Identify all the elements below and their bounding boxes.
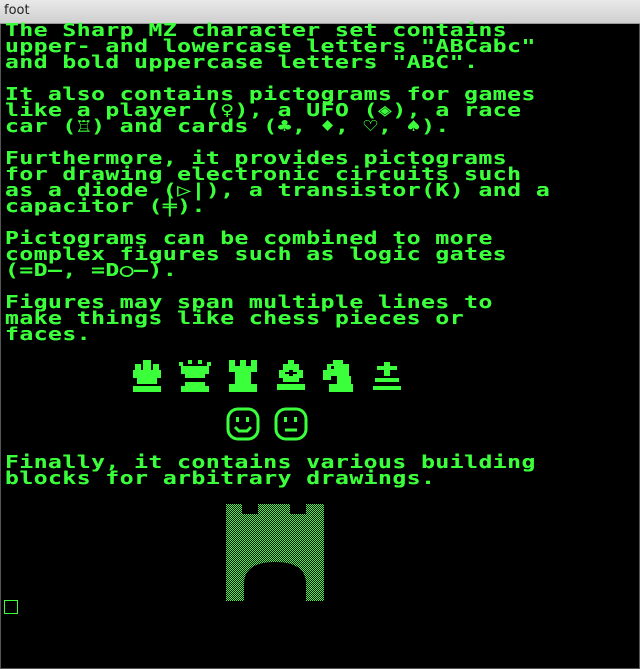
castle-drawing (226, 504, 324, 601)
terminal-line: capacitor (╪). (5, 196, 206, 217)
terminal-cursor (4, 600, 18, 614)
neutral-face-icon (274, 407, 308, 441)
queen-icon (179, 360, 211, 392)
rook-icon (229, 360, 257, 392)
chess-pieces-row (133, 360, 401, 392)
window-title: foot (4, 3, 30, 18)
terminal-area[interactable]: The Sharp MZ character set contains uppe… (0, 21, 640, 669)
pawn-icon (373, 362, 401, 390)
smiling-face-icon (226, 407, 260, 441)
terminal-line: faces. (5, 324, 92, 345)
terminal-line: and bold uppercase letters "ABC". (5, 52, 479, 73)
king-icon (133, 360, 161, 392)
terminal-line: blocks for arbitrary drawings. (5, 468, 436, 489)
knight-icon (323, 360, 353, 392)
terminal-line: car (♖) and cards (♣, ♦, ♡, ♠). (5, 116, 450, 137)
bishop-icon (277, 360, 305, 390)
faces-row (226, 407, 308, 441)
terminal-line: (=D—, =D○—). (5, 260, 178, 281)
